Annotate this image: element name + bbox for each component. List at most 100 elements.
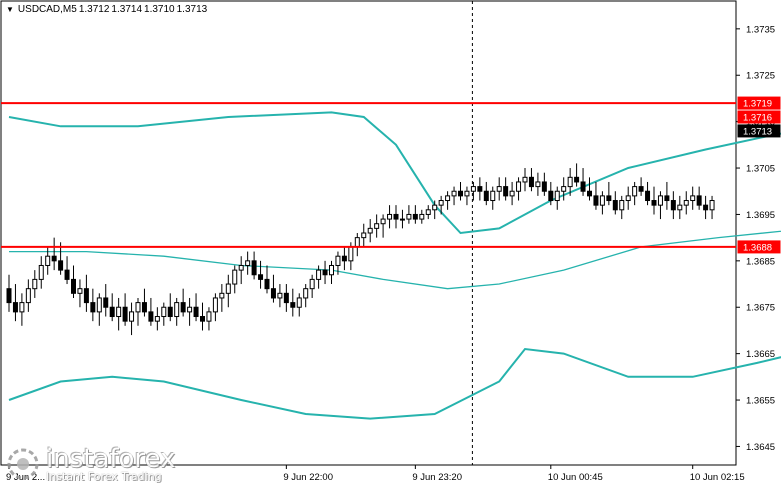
candle-body-bear	[290, 302, 296, 308]
candle	[109, 293, 115, 322]
candle-body-bull	[535, 181, 541, 188]
candle-body-bull	[96, 297, 102, 313]
symbol-label: USDCAD,M5	[17, 4, 77, 15]
candle	[651, 186, 657, 215]
candle	[283, 284, 289, 312]
candle	[638, 177, 644, 196]
open-value: 1.3712	[78, 4, 110, 15]
y-tick-label: 1.3735	[746, 24, 775, 35]
candle	[77, 279, 83, 308]
candle-body-bear	[703, 204, 709, 211]
candle	[387, 205, 393, 229]
candle-body-bear	[541, 181, 547, 192]
candle-body-bear	[193, 306, 199, 318]
candle	[200, 302, 205, 331]
candle-body-bull	[432, 204, 438, 211]
candle	[122, 293, 128, 326]
candle-body-bull	[238, 264, 244, 271]
candle	[490, 186, 496, 210]
candle	[361, 223, 367, 247]
level-lines[interactable]	[1, 102, 736, 248]
candle	[599, 191, 605, 215]
candle	[141, 288, 147, 317]
candle	[574, 163, 580, 187]
candle-body-bear	[122, 306, 128, 322]
candle	[528, 168, 534, 192]
candle-body-bull	[690, 195, 696, 202]
candle-body-bear	[51, 255, 57, 262]
candle	[522, 168, 528, 192]
current-price-label: 1.3713	[737, 124, 781, 138]
candle	[696, 186, 702, 210]
candle-body-bear	[612, 200, 618, 211]
low-value: 1.3710	[144, 4, 175, 15]
candle-body-bull	[567, 176, 573, 188]
candle-body-bull	[25, 288, 31, 304]
candle-body-bear	[200, 316, 205, 322]
bollinger-upper-line	[8, 111, 781, 235]
candle-body-bear	[264, 278, 270, 290]
candle-body-bull	[406, 213, 412, 220]
price-chart[interactable]: 1.37351.37251.37151.37051.36951.36851.36…	[0, 0, 781, 489]
candle	[619, 195, 625, 220]
candle	[341, 246, 347, 271]
bollinger-middle-line	[9, 230, 781, 290]
candle-body-bull	[135, 302, 141, 313]
candle	[309, 274, 315, 298]
candle	[393, 205, 399, 229]
candle-body-bull	[154, 316, 160, 322]
candle	[709, 195, 715, 220]
candle-body-bear	[148, 311, 154, 322]
candle	[632, 181, 638, 206]
candle	[645, 181, 651, 206]
candle	[225, 274, 231, 308]
candle	[483, 181, 489, 206]
candle-body-bull	[464, 190, 470, 197]
candle	[251, 251, 257, 280]
candles	[6, 163, 715, 336]
candle-body-bear	[6, 288, 12, 304]
y-tick-label: 1.3685	[746, 256, 775, 267]
candle	[116, 297, 122, 331]
candle	[296, 293, 302, 317]
candle-body-bull	[212, 297, 218, 313]
candle	[135, 297, 141, 326]
candle-body-bear	[574, 176, 580, 183]
candle	[535, 172, 541, 196]
candle	[219, 284, 225, 312]
candle	[496, 177, 502, 201]
candle	[154, 307, 160, 331]
candle-body-bear	[528, 176, 534, 188]
candle	[458, 181, 463, 201]
candle-body-bull	[348, 246, 354, 262]
y-tick-label: 1.3705	[746, 164, 775, 175]
candle-body-bear	[283, 292, 289, 304]
chart-header: ▼ USDCAD,M5 1.3712 1.3714 1.3710 1.3713	[6, 4, 207, 15]
triangle-down-icon: ▼	[6, 5, 14, 14]
candle-body-bear	[412, 213, 418, 220]
x-tick-label: 9 Jun 23:20	[412, 472, 462, 483]
candle-body-bull	[316, 269, 322, 280]
candle-body-bull	[625, 195, 631, 202]
candle-body-bear	[664, 195, 670, 202]
candle	[593, 181, 599, 210]
candle-body-bull	[425, 209, 431, 215]
candle	[232, 265, 238, 294]
candle-body-bull	[232, 269, 238, 285]
x-tick-label: 10 Jun 02:15	[690, 472, 745, 483]
candle-body-bull	[490, 190, 496, 202]
candle	[509, 181, 515, 206]
candle-body-bear	[651, 200, 657, 206]
candle-body-bear	[477, 186, 483, 192]
candle-body-bear	[109, 306, 115, 318]
candle	[277, 284, 283, 308]
candle	[322, 260, 328, 285]
candle-body-bear	[12, 302, 18, 313]
candle	[329, 260, 334, 285]
candle	[148, 297, 154, 326]
instaforex-logo-icon	[7, 448, 39, 479]
candle-body-bear	[270, 288, 276, 299]
candle-body-bull	[380, 218, 386, 225]
candle-body-bull	[329, 264, 334, 276]
candle	[25, 279, 31, 312]
